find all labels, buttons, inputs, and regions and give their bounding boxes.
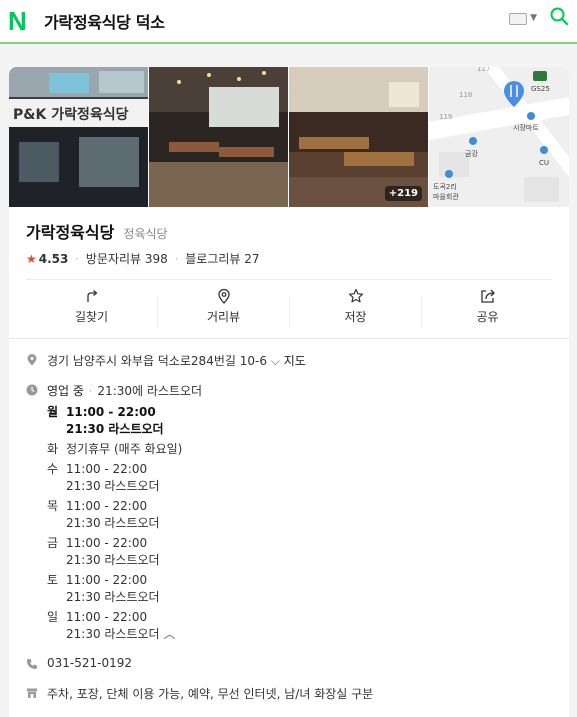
star-outline-icon (348, 288, 363, 303)
share-icon (480, 289, 495, 303)
hours-last-order: 21:30 라스트오더 (66, 479, 160, 493)
location-pin-icon (217, 288, 230, 304)
last-order-note: 21:30에 라스트오더 (97, 384, 203, 398)
search-query[interactable]: 가락정육식당 덕소 (44, 9, 165, 33)
directions-icon (86, 290, 98, 302)
naver-logo[interactable]: N (8, 6, 27, 37)
day-label: 수 (47, 462, 59, 476)
visitor-reviews-link[interactable]: 방문자리뷰 398 (86, 252, 168, 266)
place-title: 가락정육식당 정육식당 (26, 219, 168, 243)
hours-row: 금 11:00 - 22:00 21:30 라스트오더 (47, 535, 182, 569)
storefront-photo[interactable]: P&K 가락정육식당 (9, 67, 148, 207)
separator-dot: · (75, 252, 80, 266)
rating-value: 4.53 (38, 252, 69, 266)
hours-last-order: 21:30 라스트오더 (66, 590, 160, 604)
hours-time: 정기휴무 (매주 화요일) (66, 442, 183, 456)
search-icon[interactable] (550, 7, 568, 25)
separator-dot: · (174, 252, 179, 266)
save-button[interactable]: 저장 (290, 288, 421, 328)
hours-row: 월 11:00 - 22:00 21:30 라스트오더 (47, 404, 182, 438)
hours-row: 수 11:00 - 22:00 21:30 라스트오더 (47, 461, 182, 495)
chevron-up-icon[interactable]: ︿ (163, 627, 175, 641)
day-label: 일 (47, 610, 59, 624)
divider (9, 338, 569, 339)
hours-last-order: 21:30 라스트오더 (66, 627, 160, 641)
phone-number[interactable]: 031-521-0192 (47, 656, 132, 670)
chevron-down-icon[interactable]: ⌵ (271, 354, 280, 368)
hours-time: 11:00 - 22:00 (66, 610, 148, 624)
location-pin-icon (27, 354, 37, 366)
map-link[interactable]: 지도 (284, 354, 306, 368)
day-label: 화 (47, 442, 59, 456)
day-label: 월 (47, 405, 59, 419)
svg-text:금강: 금강 (465, 149, 478, 158)
clock-icon (26, 384, 38, 396)
hours-time: 11:00 - 22:00 (66, 405, 156, 419)
hours-time: 11:00 - 22:00 (66, 499, 148, 513)
rating-row: ★ 4.53 · 방문자리뷰 398 · 블로그리뷰 27 (26, 250, 260, 267)
svg-text:마을회관: 마을회관 (433, 192, 459, 201)
hours-row: 토 11:00 - 22:00 21:30 라스트오더 (47, 572, 182, 606)
hours-time: 11:00 - 22:00 (66, 462, 148, 476)
directions-button[interactable]: 길찾기 (26, 288, 157, 328)
hours-row: 화 정기휴무 (매주 화요일) (47, 441, 182, 458)
phone-icon (27, 659, 37, 669)
star-icon: ★ (26, 252, 37, 266)
blog-reviews-link[interactable]: 블로그리뷰 27 (185, 252, 259, 266)
svg-text:시장마트: 시장마트 (513, 123, 539, 132)
place-name[interactable]: 가락정육식당 (26, 223, 114, 242)
storefront-sign: P&K 가락정육식당 (13, 106, 129, 123)
share-label: 공유 (476, 310, 499, 324)
photo-count-badge[interactable]: +219 (384, 186, 422, 201)
share-button[interactable]: 공유 (422, 288, 553, 328)
svg-text:도곡2리: 도곡2리 (433, 182, 457, 191)
day-label: 목 (47, 499, 59, 513)
keyboard-icon[interactable] (509, 13, 527, 25)
hours-list: 월 11:00 - 22:00 21:30 라스트오더 화 정기휴무 (매주 화요일… (47, 404, 182, 646)
store-icon (27, 688, 37, 698)
open-status[interactable]: 영업 중 (47, 384, 84, 398)
place-category: 정육식당 (123, 227, 168, 241)
map-thumbnail[interactable]: 119 118 117 GS25 시장마트 금강 CU 도곡2리 마을회관 (429, 67, 569, 207)
hours-time: 11:00 - 22:00 (66, 573, 148, 587)
hours-last-order: 21:30 라스트오더 (66, 516, 160, 530)
street-view-label: 거리뷰 (206, 310, 241, 324)
svg-text:GS25: GS25 (531, 85, 550, 93)
amenities-text: 주차, 포장, 단체 이용 가능, 예약, 무선 인터넷, 남/녀 화장실 구분 (47, 687, 374, 701)
save-label: 저장 (344, 310, 367, 324)
directions-label: 길찾기 (74, 310, 109, 324)
address-text: 경기 남양주시 와부읍 덕소로284번길 10-6 (47, 354, 267, 368)
svg-text:117: 117 (477, 67, 490, 73)
interior-photo-1[interactable] (149, 67, 288, 207)
day-label: 금 (47, 536, 59, 550)
hours-last-order: 21:30 라스트오더 (66, 553, 160, 567)
svg-text:CU: CU (539, 159, 549, 167)
hours-time: 11:00 - 22:00 (66, 536, 148, 550)
separator-dot: · (88, 384, 93, 398)
svg-text:118: 118 (459, 91, 472, 99)
photo-strip: P&K 가락정육식당 +219 119 118 117 GS25 시장마트 금강… (9, 67, 569, 207)
hours-row: 목 11:00 - 22:00 21:30 라스트오더 (47, 498, 182, 532)
chevron-down-icon[interactable]: ▼ (530, 13, 537, 23)
svg-text:119: 119 (439, 113, 452, 121)
divider (26, 279, 552, 280)
hours-last-order: 21:30 라스트오더 (66, 422, 164, 436)
search-header: N 가락정육식당 덕소 ▼ (0, 0, 577, 44)
place-card: P&K 가락정육식당 +219 119 118 117 GS25 시장마트 금강… (9, 67, 569, 717)
street-view-button[interactable]: 거리뷰 (158, 288, 289, 328)
day-label: 토 (47, 573, 59, 587)
action-bar: 길찾기 거리뷰 저장 공유 (26, 288, 552, 328)
hours-row: 일 11:00 - 22:00 21:30 라스트오더 ︿ (47, 609, 182, 643)
interior-photo-2[interactable]: +219 (289, 67, 428, 207)
